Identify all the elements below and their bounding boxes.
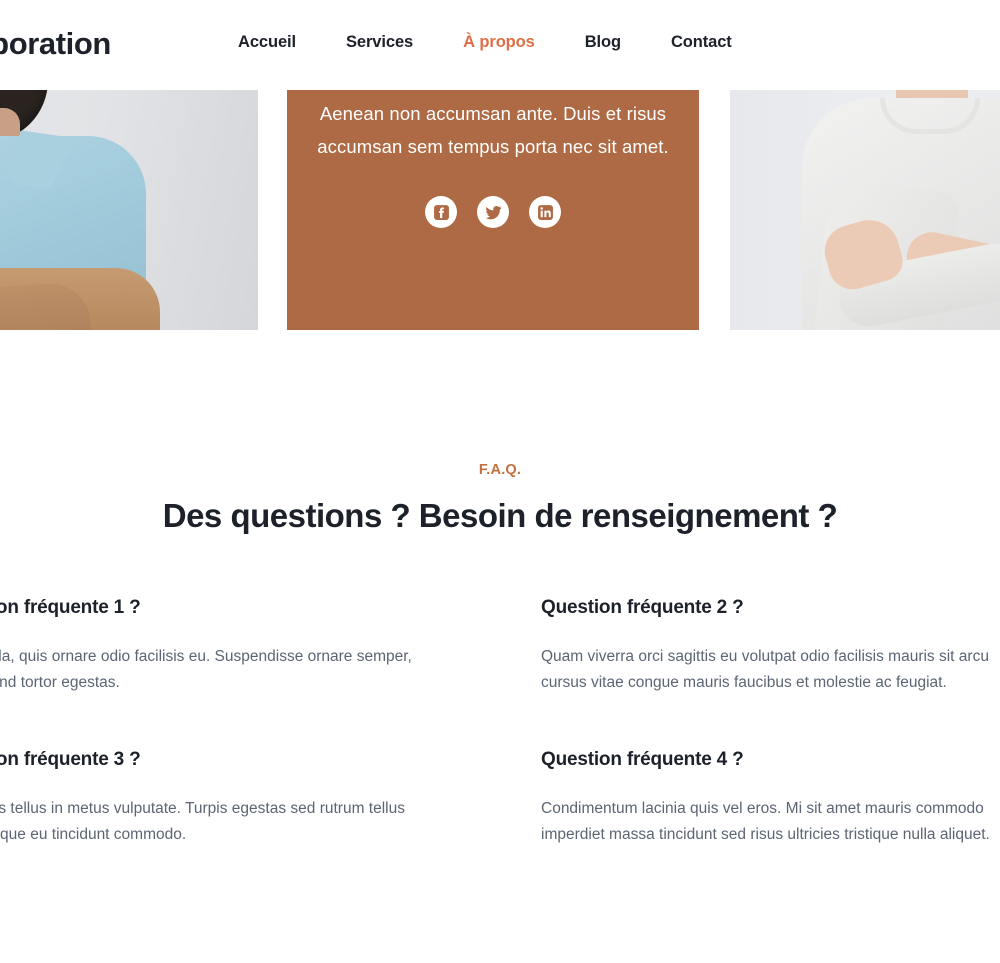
twitter-icon[interactable] <box>477 196 509 228</box>
linkedin-icon[interactable] <box>529 196 561 228</box>
main-navigation: Accueil Services À propos Blog Contact <box>238 33 732 52</box>
highlight-card: Aenean non accumsan ante. Duis et risus … <box>287 90 699 330</box>
social-links-row <box>425 196 561 228</box>
faq-item: Question fréquente 2 ? Quam viverra orci… <box>541 597 1000 696</box>
faq-question: Question fréquente 4 ? <box>541 749 744 770</box>
faq-question: Question fréquente 1 ? <box>0 597 141 618</box>
feature-cards-row: Aenean non accumsan ante. Duis et risus … <box>0 90 1000 330</box>
highlight-card-text: Aenean non accumsan ante. Duis et risus … <box>317 103 669 157</box>
nav-link-a-propos[interactable]: À propos <box>463 33 535 52</box>
nav-link-contact[interactable]: Contact <box>671 33 732 52</box>
faq-answer: Venenatis tellus in metus vulputate. Tur… <box>0 800 405 843</box>
facebook-icon[interactable] <box>425 196 457 228</box>
photo-card-left <box>0 90 258 330</box>
faq-answer: Condimentum lacinia quis vel eros. Mi si… <box>541 800 990 843</box>
faq-item: Question fréquente 1 ? Enim nulla, quis … <box>0 597 412 696</box>
faq-answer: Quam viverra orci sagittis eu volutpat o… <box>541 648 989 691</box>
photo-woman-crossed-arms <box>730 90 1000 330</box>
photo-card-right <box>730 90 1000 330</box>
faq-question: Question fréquente 3 ? <box>0 749 141 770</box>
faq-title: Des questions ? Besoin de renseignement … <box>162 497 838 534</box>
faq-eyebrow-label: F.A.Q. <box>478 462 522 478</box>
faq-answer: Enim nulla, quis ornare odio facilisis e… <box>0 648 412 691</box>
nav-link-accueil[interactable]: Accueil <box>238 33 296 52</box>
nav-link-blog[interactable]: Blog <box>585 33 621 52</box>
nav-link-services[interactable]: Services <box>346 33 413 52</box>
faq-item: Question fréquente 4 ? Condimentum lacin… <box>541 749 1000 848</box>
site-logo[interactable]: Corporation <box>0 26 111 62</box>
faq-section: F.A.Q. Des questions ? Besoin de renseig… <box>0 330 1000 843</box>
photo-man-crossed-arms <box>0 90 258 330</box>
site-header: Corporation Accueil Services À propos Bl… <box>0 0 1000 90</box>
faq-question: Question fréquente 2 ? <box>541 597 744 618</box>
faq-item: Question fréquente 3 ? Venenatis tellus … <box>0 749 405 848</box>
